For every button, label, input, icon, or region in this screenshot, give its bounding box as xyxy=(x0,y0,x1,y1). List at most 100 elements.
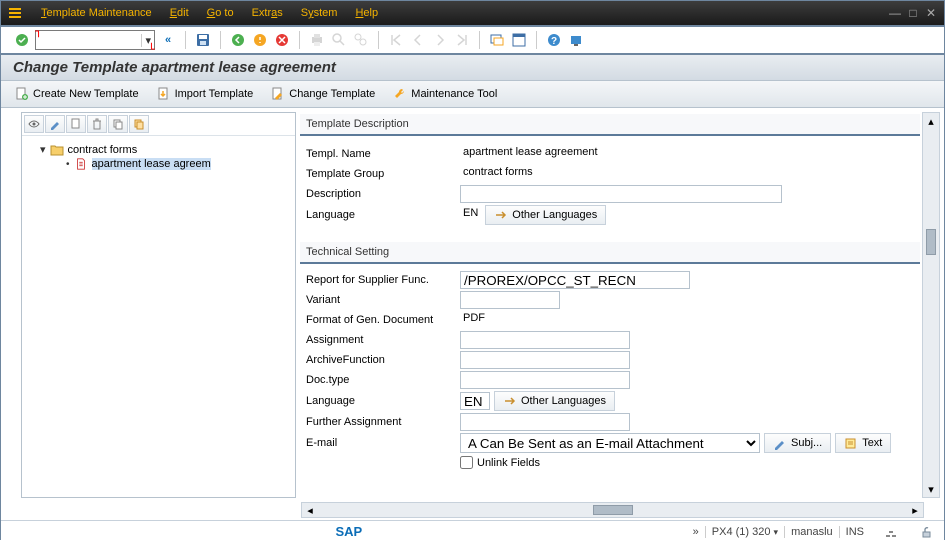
maintenance-tool-button[interactable]: Maintenance Tool xyxy=(391,85,499,103)
menu-extras[interactable]: Extras xyxy=(252,7,283,19)
doctype-label: Doc.type xyxy=(306,374,456,386)
expand-toggle-icon[interactable]: ▾ xyxy=(40,143,46,156)
folder-icon xyxy=(50,144,64,156)
section-description-header: Template Description xyxy=(300,114,920,136)
create-template-button[interactable]: Create New Template xyxy=(13,85,141,103)
scroll-thumb[interactable] xyxy=(926,229,936,255)
next-page-icon xyxy=(431,31,449,49)
menu-bar: Template Maintenance Edit Go to Extras S… xyxy=(1,1,944,25)
section-technical-header: Technical Setting xyxy=(300,242,920,264)
description-label: Description xyxy=(306,188,456,200)
unlink-fields-checkbox[interactable] xyxy=(460,456,473,469)
report-label: Report for Supplier Func. xyxy=(306,274,456,286)
status-lock-icon[interactable] xyxy=(918,524,934,540)
sap-logo: SAP xyxy=(335,524,362,539)
tree-create-button[interactable] xyxy=(66,115,86,133)
subject-button[interactable]: Subj... xyxy=(764,433,831,453)
tree-copy-button[interactable] xyxy=(108,115,128,133)
collapse-icon[interactable]: « xyxy=(159,31,177,49)
format-label: Format of Gen. Document xyxy=(306,314,456,326)
tech-other-languages-button[interactable]: Other Languages xyxy=(494,391,615,411)
further-assignment-input[interactable] xyxy=(460,413,630,431)
save-icon[interactable] xyxy=(194,31,212,49)
archive-input[interactable] xyxy=(460,351,630,369)
tree-delete-button[interactable] xyxy=(87,115,107,133)
window-controls: — □ ✕ xyxy=(888,6,938,20)
horizontal-scrollbar[interactable]: ◂ ▸ xyxy=(301,502,924,518)
status-host: manaslu xyxy=(784,526,833,538)
cancel-icon[interactable] xyxy=(273,31,291,49)
status-layout-icon[interactable] xyxy=(883,524,899,540)
menu-edit[interactable]: Edit xyxy=(170,7,189,19)
import-template-button[interactable]: Import Template xyxy=(155,85,256,103)
email-select[interactable]: A Can Be Sent as an E-mail Attachment xyxy=(460,433,760,453)
system-toolbar: ▾ « ? xyxy=(1,25,944,55)
text-button[interactable]: Text xyxy=(835,433,891,453)
scroll-down-icon[interactable]: ▾ xyxy=(923,481,939,497)
tech-language-input[interactable] xyxy=(460,392,490,410)
enter-icon[interactable] xyxy=(13,31,31,49)
status-mode: INS xyxy=(839,526,864,538)
menu-goto[interactable]: Go to xyxy=(207,7,234,19)
doctype-input[interactable] xyxy=(460,371,630,389)
change-template-button[interactable]: Change Template xyxy=(269,85,377,103)
scroll-up-icon[interactable]: ▴ xyxy=(923,113,939,129)
other-languages-button[interactable]: Other Languages xyxy=(485,205,606,225)
menu-template-maintenance[interactable]: Template Maintenance xyxy=(41,7,152,19)
find-icon xyxy=(330,31,348,49)
email-label: E-mail xyxy=(306,437,456,449)
language-label: Language xyxy=(306,209,456,221)
command-field[interactable]: ▾ xyxy=(35,30,155,50)
language-value: EN xyxy=(460,206,481,224)
exit-icon[interactable] xyxy=(251,31,269,49)
form-scroll-area[interactable]: Template Description Templ. Name apartme… xyxy=(300,112,922,498)
action-toolbar: Create New Template Import Template Chan… xyxy=(1,81,944,108)
tree-leaf[interactable]: • apartment lease agreem xyxy=(26,157,291,171)
back-icon[interactable] xyxy=(229,31,247,49)
help-icon[interactable]: ? xyxy=(545,31,563,49)
status-system[interactable]: PX4 (1) 320 ▾ xyxy=(705,526,778,538)
archive-label: ArchiveFunction xyxy=(306,354,456,366)
scroll-left-icon[interactable]: ◂ xyxy=(302,504,318,517)
page-title: Change Template apartment lease agreemen… xyxy=(13,59,932,76)
tree-folder[interactable]: ▾ contract forms xyxy=(26,142,291,157)
assignment-input[interactable] xyxy=(460,331,630,349)
new-window-icon[interactable] xyxy=(488,31,506,49)
variant-label: Variant xyxy=(306,294,456,306)
maximize-button[interactable]: □ xyxy=(906,6,920,20)
tree-move-button[interactable] xyxy=(129,115,149,133)
template-tree[interactable]: ▾ contract forms • apartment lease agree… xyxy=(22,136,295,497)
settings-icon[interactable] xyxy=(567,31,585,49)
command-dropdown-icon[interactable]: ▾ xyxy=(141,34,154,47)
hscroll-thumb[interactable] xyxy=(593,505,633,515)
template-group-value: contract forms xyxy=(460,165,690,183)
tree-display-button[interactable] xyxy=(24,115,44,133)
tree-toolbar xyxy=(22,113,295,136)
last-page-icon xyxy=(453,31,471,49)
tech-language-label: Language xyxy=(306,395,456,407)
variant-input[interactable] xyxy=(460,291,560,309)
close-window-button[interactable]: ✕ xyxy=(924,6,938,20)
tree-edit-button[interactable] xyxy=(45,115,65,133)
menu-system[interactable]: System xyxy=(301,7,338,19)
format-value: PDF xyxy=(460,311,520,329)
main-area: ▾ contract forms • apartment lease agree… xyxy=(1,108,944,498)
templ-name-value: apartment lease agreement xyxy=(460,145,690,163)
command-input[interactable] xyxy=(36,34,141,46)
app-menu-icon[interactable] xyxy=(7,5,23,21)
title-bar: Change Template apartment lease agreemen… xyxy=(1,55,944,81)
print-icon xyxy=(308,31,326,49)
minimize-button[interactable]: — xyxy=(888,6,902,20)
description-input[interactable] xyxy=(460,185,782,203)
menu-help[interactable]: Help xyxy=(355,7,378,19)
templ-name-label: Templ. Name xyxy=(306,148,456,160)
unlink-fields-label: Unlink Fields xyxy=(477,457,540,469)
layout-icon[interactable] xyxy=(510,31,528,49)
form-panel: Template Description Templ. Name apartme… xyxy=(300,112,940,498)
report-input[interactable] xyxy=(460,271,690,289)
tree-panel: ▾ contract forms • apartment lease agree… xyxy=(21,112,296,498)
vertical-scrollbar[interactable]: ▴ ▾ xyxy=(922,112,940,498)
scroll-right-icon[interactable]: ▸ xyxy=(907,504,923,517)
status-expand-icon[interactable]: » xyxy=(693,526,699,538)
assignment-label: Assignment xyxy=(306,334,456,346)
